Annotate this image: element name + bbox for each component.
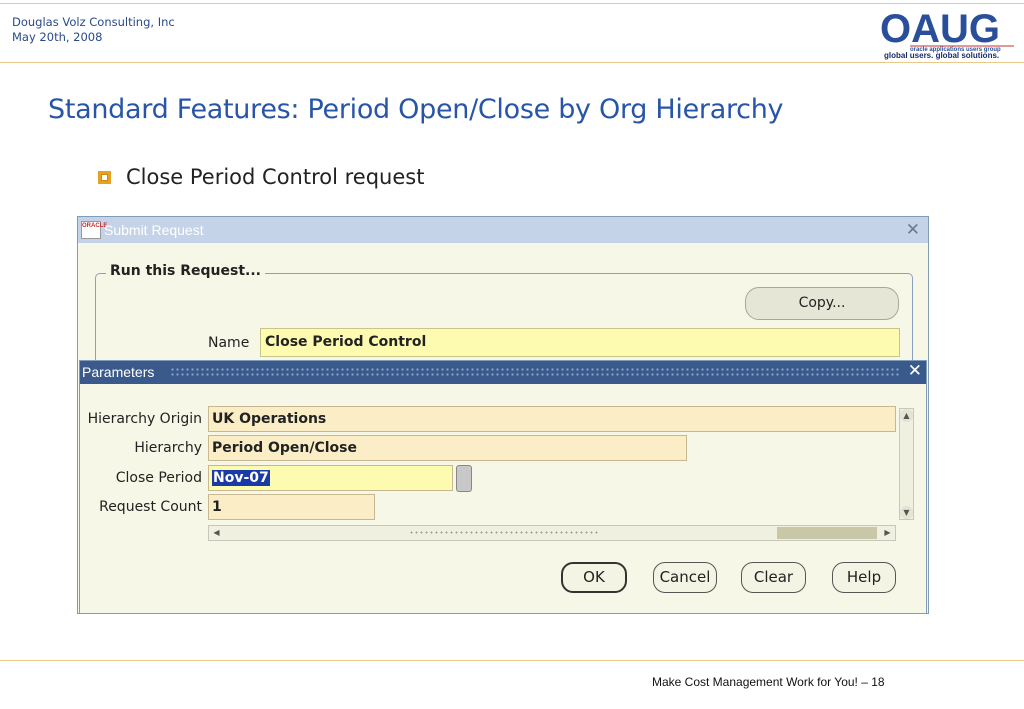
header-divider-bottom xyxy=(0,62,1024,63)
help-button[interactable]: Help xyxy=(832,562,896,593)
close-period-label: Close Period xyxy=(115,470,202,486)
close-icon[interactable]: ✕ xyxy=(908,361,922,381)
hierarchy-origin-label: Hierarchy Origin xyxy=(87,411,202,427)
scroll-thumb[interactable] xyxy=(777,527,877,539)
close-period-field[interactable]: Nov-07 xyxy=(208,465,453,491)
oracle-app-icon: ORACLE xyxy=(81,221,107,239)
scroll-up-icon[interactable]: ▲ xyxy=(900,409,913,422)
ok-button[interactable]: OK xyxy=(561,562,627,593)
logo-tagline: global users. global solutions. xyxy=(884,51,1000,60)
horizontal-scrollbar[interactable]: ◀ ▶ xyxy=(208,525,896,541)
list-of-values-button[interactable] xyxy=(456,465,472,492)
scroll-left-icon[interactable]: ◀ xyxy=(210,527,223,539)
copy-button[interactable]: Copy... xyxy=(745,287,899,320)
clear-button[interactable]: Clear xyxy=(741,562,806,593)
logo-text: OAUG xyxy=(880,7,1000,51)
parameters-title: Parameters xyxy=(82,364,155,380)
run-request-group-label: Run this Request... xyxy=(106,263,265,279)
footer-divider xyxy=(0,660,1024,661)
name-label: Name xyxy=(208,335,250,351)
parameters-titlebar[interactable]: Parameters ✕ xyxy=(80,361,926,384)
close-icon[interactable]: ✕ xyxy=(906,220,920,240)
header-divider-top xyxy=(0,3,1024,4)
bullet-text: Close Period Control request xyxy=(126,165,425,189)
request-count-label: Request Count xyxy=(99,499,202,515)
vertical-scrollbar[interactable]: ▲ ▼ xyxy=(899,408,914,520)
scroll-right-icon[interactable]: ▶ xyxy=(881,527,894,539)
slide-title: Standard Features: Period Open/Close by … xyxy=(48,94,784,125)
close-period-selected-text: Nov-07 xyxy=(212,470,270,486)
titlebar-grip-pattern xyxy=(170,367,900,378)
submit-request-title: Submit Request xyxy=(104,222,204,238)
scroll-grip-pattern xyxy=(409,530,599,536)
hierarchy-field[interactable]: Period Open/Close xyxy=(208,435,687,461)
header-company-info: Douglas Volz Consulting, Inc May 20th, 2… xyxy=(12,15,175,45)
company-name: Douglas Volz Consulting, Inc xyxy=(12,15,175,29)
cancel-button[interactable]: Cancel xyxy=(653,562,717,593)
hierarchy-label: Hierarchy xyxy=(134,440,202,456)
submit-request-titlebar[interactable]: ORACLE Submit Request ✕ xyxy=(78,217,928,243)
hierarchy-origin-field[interactable]: UK Operations xyxy=(208,406,896,432)
presentation-date: May 20th, 2008 xyxy=(12,30,103,44)
parameters-window: Parameters ✕ Hierarchy Origin UK Operati… xyxy=(79,360,927,614)
request-count-field[interactable]: 1 xyxy=(208,494,375,520)
name-field[interactable]: Close Period Control xyxy=(260,328,900,357)
scroll-down-icon[interactable]: ▼ xyxy=(900,506,913,519)
bullet-square-icon xyxy=(98,171,111,184)
footer-text: Make Cost Management Work for You! – 18 xyxy=(652,675,885,689)
